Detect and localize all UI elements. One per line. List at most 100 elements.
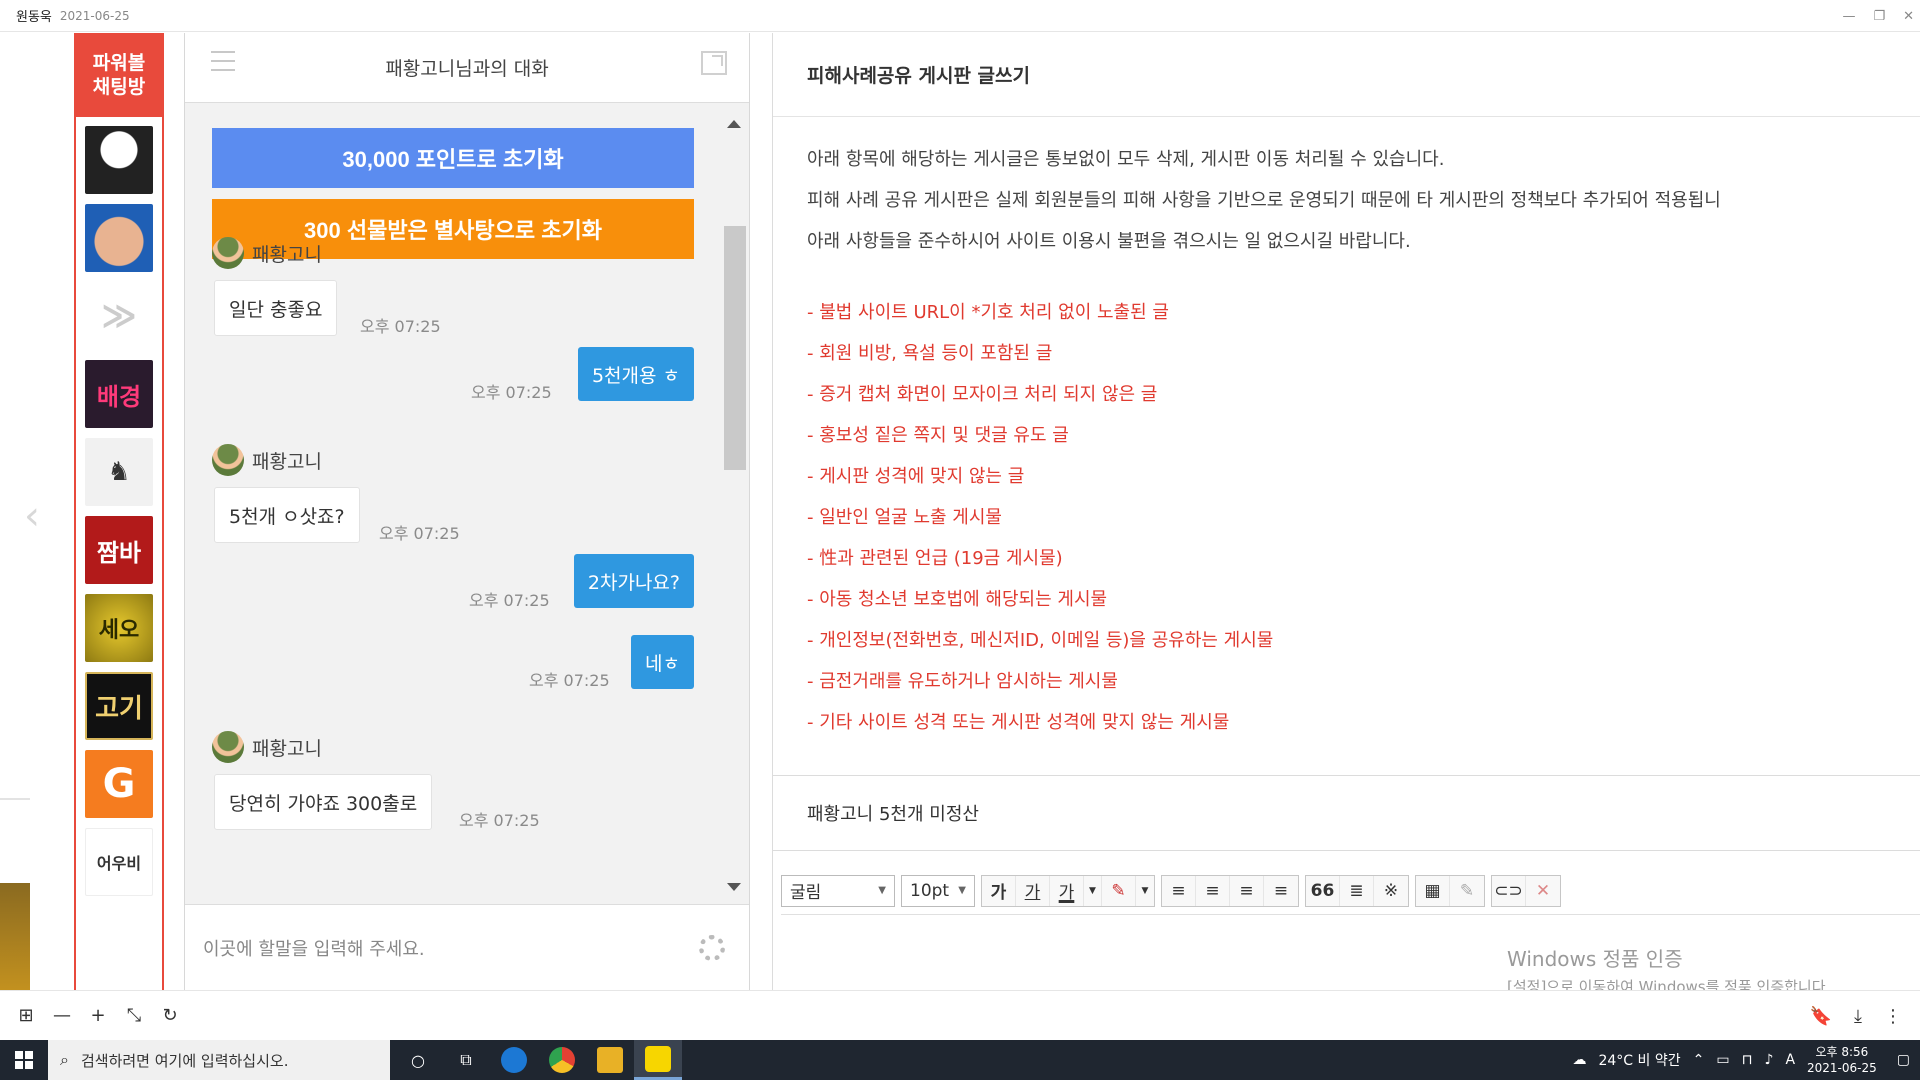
message-bubble-in: 일단 충좋요 xyxy=(214,280,338,336)
power-room-button[interactable]: 파워볼 채팅방 xyxy=(76,33,162,117)
format-group: 가 가 가 ▼ ✎ ▼ xyxy=(981,874,1155,907)
line-spacing-icon[interactable]: ≣ xyxy=(1340,875,1374,906)
room-thumb-panda[interactable] xyxy=(85,126,153,194)
align-center-icon[interactable]: ≡ xyxy=(1196,875,1230,906)
sender-name: 패황고니 xyxy=(252,450,322,473)
chat-title: 패황고니님과의 대화 xyxy=(385,58,549,80)
viewer-title: 원동욱 xyxy=(16,10,52,25)
ime-indicator[interactable]: A xyxy=(1785,1052,1795,1068)
grid-view-icon[interactable]: ⊞ xyxy=(8,1005,44,1026)
rule-item: - 금전거래를 유도하거나 암시하는 게시물 xyxy=(807,671,1118,692)
room-thumb-logo[interactable]: ≫ xyxy=(85,282,153,350)
rule-item: - 불법 사이트 URL이 *기호 처리 없이 노출된 글 xyxy=(807,302,1169,323)
expand-icon[interactable] xyxy=(701,51,727,75)
room-thumb-anime[interactable]: ♞ xyxy=(85,438,153,506)
text-color-button[interactable]: 가 xyxy=(1050,875,1084,906)
task-view-icon[interactable]: ⧉ xyxy=(442,1040,490,1080)
message-bubble-out: 네ㅎ xyxy=(631,635,694,689)
rule-item: - 기타 사이트 성격 또는 게시판 성격에 맞지 않는 게시물 xyxy=(807,712,1230,733)
volume-icon[interactable]: ♪ xyxy=(1765,1052,1774,1068)
subject-field[interactable]: 패황고니 5천개 미정산 xyxy=(773,775,1920,851)
edge-icon[interactable] xyxy=(490,1040,538,1080)
table-icon[interactable]: ▦ xyxy=(1416,875,1450,906)
avatar[interactable] xyxy=(212,731,244,763)
special-char-icon[interactable]: ※ xyxy=(1374,876,1408,906)
close-button[interactable]: ✕ xyxy=(1903,9,1914,24)
battery-icon[interactable]: ▭ xyxy=(1716,1052,1729,1068)
highlight-icon[interactable]: ✎ xyxy=(1102,875,1136,906)
font-select[interactable]: 굴림 ▼ xyxy=(781,874,895,907)
taskbar: ⌕ 검색하려면 여기에 입력하십시오. ○ ⧉ ☁ 24°C 비 약간 ⌃ ▭ … xyxy=(0,1040,1920,1080)
message-sender: 패황고니 xyxy=(212,237,322,269)
kakaotalk-icon[interactable] xyxy=(634,1040,682,1080)
download-icon[interactable]: ⤓ xyxy=(1854,1006,1862,1027)
rule-item: - 아동 청소년 보호법에 해당되는 게시물 xyxy=(807,589,1108,610)
rotate-icon[interactable]: ↻ xyxy=(152,1005,188,1026)
align-justify-icon[interactable]: ≡ xyxy=(1264,876,1298,906)
viewer-date: 2021-06-25 xyxy=(59,8,130,23)
reset-points-button[interactable]: 30,000 포인트로 초기화 xyxy=(212,128,694,188)
system-tray: ☁ 24°C 비 약간 ⌃ ▭ ⊓ ♪ A 오후 8:56 2021-06-25… xyxy=(1572,1040,1910,1080)
chrome-icon[interactable] xyxy=(538,1040,586,1080)
rule-item: - 게시판 성격에 맞지 않는 글 xyxy=(807,466,1025,487)
link-icon[interactable]: ⊂⊃ xyxy=(1492,875,1526,906)
clock[interactable]: 오후 8:56 2021-06-25 xyxy=(1807,1044,1877,1076)
align-right-icon[interactable]: ≡ xyxy=(1230,875,1264,906)
gear-icon[interactable] xyxy=(699,935,725,961)
watermark-title: Windows 정품 인증 xyxy=(1507,947,1683,971)
screenshot-stage: ‹ › 파워볼 채팅방 ≫ 배경 ♞ 짬바 세오 고기 G 어우비 패황고니님과… xyxy=(0,33,1920,990)
fit-icon[interactable]: ⤡ xyxy=(116,1005,152,1026)
prev-arrow-icon[interactable]: ‹ xyxy=(24,493,40,539)
zoom-in-icon[interactable]: + xyxy=(80,1005,116,1026)
rules-intro-line: 아래 사항들을 준수하시어 사이트 이용시 불편을 겪으시는 일 없으시길 바랍… xyxy=(807,231,1411,252)
edit-table-icon[interactable]: ✎ xyxy=(1450,876,1484,906)
room-thumb-gogi[interactable]: 고기 xyxy=(85,672,153,740)
insert-group: 66 ≣ ※ xyxy=(1305,874,1409,907)
scroll-up-icon[interactable] xyxy=(727,120,741,128)
clock-time: 오후 8:56 xyxy=(1815,1045,1869,1059)
scroll-down-icon[interactable] xyxy=(727,883,741,891)
room-thumb-seol[interactable]: 세오 xyxy=(85,594,153,662)
room-thumb-face[interactable] xyxy=(85,204,153,272)
notification-icon[interactable]: ▢ xyxy=(1897,1052,1910,1068)
network-icon[interactable]: ⊓ xyxy=(1742,1052,1753,1068)
avatar[interactable] xyxy=(212,444,244,476)
room-sidebar: 파워볼 채팅방 ≫ 배경 ♞ 짬바 세오 고기 G 어우비 xyxy=(74,33,164,990)
scroll-thumb[interactable] xyxy=(724,226,746,470)
font-size-select[interactable]: 10pt ▼ xyxy=(901,874,975,907)
left-edge-strip xyxy=(0,798,30,800)
bold-button[interactable]: 가 xyxy=(982,875,1016,906)
room-thumb-neon[interactable]: 배경 xyxy=(85,360,153,428)
rule-item: - 회원 비방, 욕설 등이 포함된 글 xyxy=(807,343,1053,364)
cortana-icon[interactable]: ○ xyxy=(394,1040,442,1080)
rule-item: - 性과 관련된 언급 (19금 게시물) xyxy=(807,548,1063,569)
files-icon[interactable] xyxy=(586,1040,634,1080)
taskbar-search[interactable]: ⌕ 검색하려면 여기에 입력하십시오. xyxy=(48,1040,390,1080)
underline-button[interactable]: 가 xyxy=(1016,875,1050,906)
chevron-down-icon[interactable]: ▼ xyxy=(1084,875,1102,906)
room-thumb-yu[interactable]: 어우비 xyxy=(85,828,153,896)
menu-icon[interactable] xyxy=(211,51,235,73)
message-time: 오후 07:25 xyxy=(529,671,610,690)
restore-button[interactable]: ❐ xyxy=(1873,9,1885,24)
weather-text[interactable]: 24°C 비 약간 xyxy=(1598,1050,1680,1070)
table-group: ▦ ✎ xyxy=(1415,874,1485,907)
avatar[interactable] xyxy=(212,237,244,269)
bookmark-icon[interactable]: 🔖 xyxy=(1810,1006,1832,1027)
chevron-up-icon[interactable]: ⌃ xyxy=(1693,1052,1705,1068)
more-icon[interactable]: ⋮ xyxy=(1884,1006,1902,1027)
chat-input[interactable]: 이곳에 할말을 입력해 주세요. xyxy=(185,904,749,990)
align-left-icon[interactable]: ≡ xyxy=(1162,875,1196,906)
room-thumb-jjam[interactable]: 짬바 xyxy=(85,516,153,584)
room-thumb-g[interactable]: G xyxy=(85,750,153,818)
minimize-button[interactable]: — xyxy=(1842,9,1855,24)
unlink-icon[interactable]: ✕ xyxy=(1526,876,1560,906)
windows-start-icon[interactable] xyxy=(0,1040,48,1080)
chevron-down-icon[interactable]: ▼ xyxy=(1136,876,1154,906)
quote-icon[interactable]: 66 xyxy=(1306,875,1340,906)
chat-scrollbar[interactable] xyxy=(721,104,747,904)
zoom-out-icon[interactable]: — xyxy=(44,1005,80,1026)
taskbar-search-placeholder: 검색하려면 여기에 입력하십시오. xyxy=(80,1051,289,1070)
viewer-toolbar-right: 🔖 ⤓ ⋮ xyxy=(1810,991,1902,1041)
windows-activation-watermark: Windows 정품 인증 [설정]으로 이동하여 Windows를 정품 인증… xyxy=(1507,943,1830,990)
